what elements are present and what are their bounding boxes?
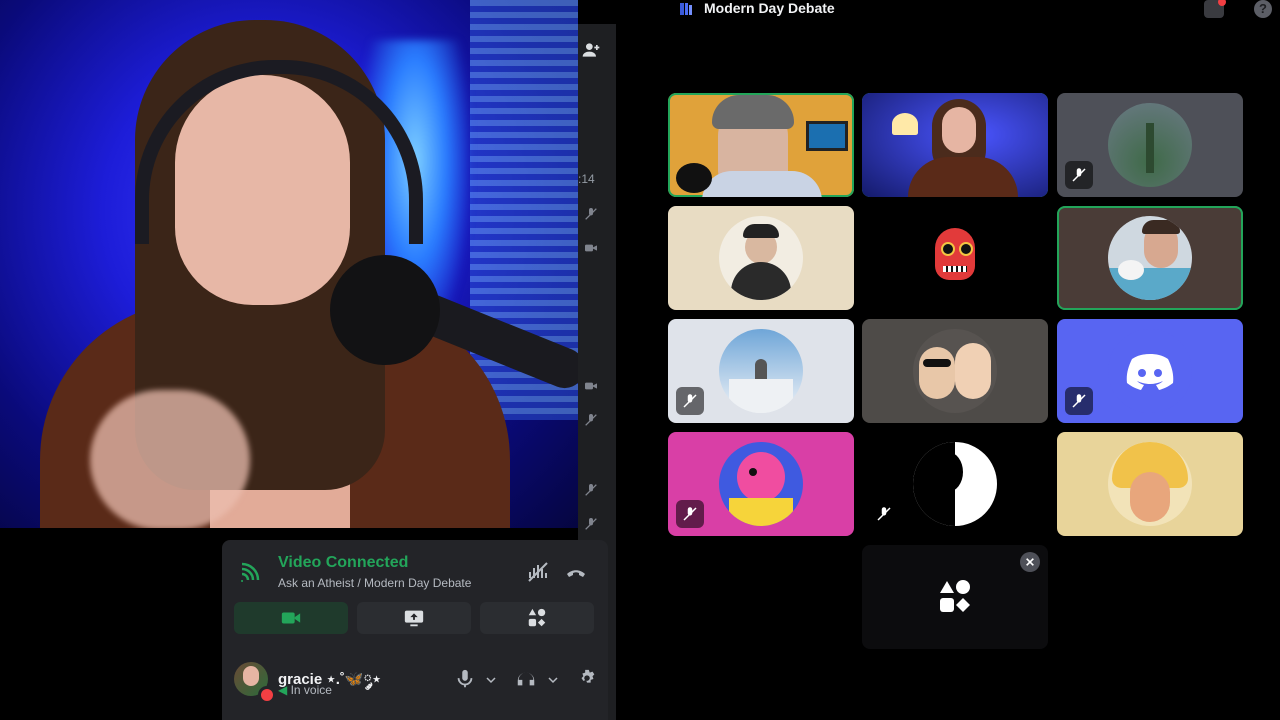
- participant-tile[interactable]: [1057, 432, 1243, 536]
- discord-default-avatar: [1108, 329, 1192, 413]
- camera-button[interactable]: [234, 602, 348, 634]
- participant-avatar: [719, 216, 803, 300]
- screen-share-icon: [404, 610, 424, 627]
- close-icon: [1026, 558, 1034, 566]
- headphones-button[interactable]: [515, 668, 537, 690]
- muted-icon: [1065, 161, 1093, 189]
- voice-status-label: In voice: [290, 683, 332, 697]
- server-icon: [678, 1, 694, 17]
- participant-tile[interactable]: [668, 93, 854, 197]
- participant-avatar: [1108, 216, 1192, 300]
- muted-icon: [580, 482, 602, 501]
- participant-avatar: [913, 329, 997, 413]
- user-status-dot: [258, 686, 276, 704]
- muted-icon: [870, 500, 898, 528]
- participant-tile[interactable]: [862, 432, 1048, 536]
- camera-icon: [580, 240, 602, 259]
- muted-icon: [1065, 387, 1093, 415]
- participant-tile[interactable]: [862, 319, 1048, 423]
- participant-tile[interactable]: [1057, 206, 1243, 310]
- muted-icon: [580, 206, 602, 225]
- participant-tile[interactable]: [668, 432, 854, 536]
- chevron-down-icon[interactable]: [486, 672, 496, 684]
- camera-icon: [580, 378, 602, 397]
- participant-tile[interactable]: [1057, 93, 1243, 197]
- voice-connection-panel: Video Connected Ask an Atheist / Modern …: [222, 540, 608, 720]
- noise-suppression-icon[interactable]: [526, 560, 550, 584]
- microphone-icon: [457, 669, 473, 688]
- activities-icon: [940, 580, 970, 612]
- participant-avatar: [1108, 103, 1192, 187]
- hand-blur: [90, 390, 250, 528]
- webcam-feed: [0, 0, 578, 528]
- muted-icon: [676, 387, 704, 415]
- activities-icon: [528, 608, 546, 627]
- signal-icon[interactable]: [238, 560, 262, 584]
- voice-channel-name[interactable]: Ask an Atheist / Modern Day Debate: [278, 576, 471, 590]
- camera-icon: [281, 612, 301, 624]
- gear-icon: [581, 669, 595, 683]
- activities-button[interactable]: [480, 602, 594, 634]
- participant-avatar: [719, 442, 803, 526]
- muted-icon: [580, 412, 602, 431]
- user-area: gracie ⋆.˚🦋༘⋆ ◀ In voice: [234, 662, 598, 704]
- screen-share-button[interactable]: [357, 602, 471, 634]
- disconnect-icon[interactable]: [564, 560, 588, 584]
- add-friend-icon[interactable]: [580, 40, 602, 63]
- connection-status[interactable]: Video Connected: [278, 554, 408, 572]
- chevron-down-icon[interactable]: [548, 672, 558, 684]
- participant-tile[interactable]: [862, 206, 1048, 310]
- participant-tile[interactable]: [1057, 319, 1243, 423]
- voice-status-icon: ◀: [278, 683, 288, 697]
- participant-avatar: [913, 442, 997, 526]
- channel-title: Modern Day Debate: [704, 0, 835, 16]
- close-button[interactable]: [1020, 552, 1040, 572]
- inbox-icon[interactable]: [1204, 0, 1226, 18]
- participant-avatar: [719, 329, 803, 413]
- user-voice-status: ◀ In voice: [278, 683, 332, 697]
- timestamp-fragment: :14: [578, 172, 595, 186]
- participant-tile[interactable]: [668, 319, 854, 423]
- participant-avatar: [913, 216, 997, 300]
- headphones-icon: [517, 672, 535, 686]
- participant-tile[interactable]: [862, 93, 1048, 197]
- muted-icon: [580, 516, 602, 535]
- muted-icon: [676, 500, 704, 528]
- settings-button[interactable]: [576, 668, 598, 690]
- help-icon[interactable]: ?: [1254, 0, 1272, 18]
- microphone-button[interactable]: [454, 668, 476, 690]
- participant-tile[interactable]: [668, 206, 854, 310]
- participant-avatar: [1108, 442, 1192, 526]
- microphone: [330, 255, 440, 365]
